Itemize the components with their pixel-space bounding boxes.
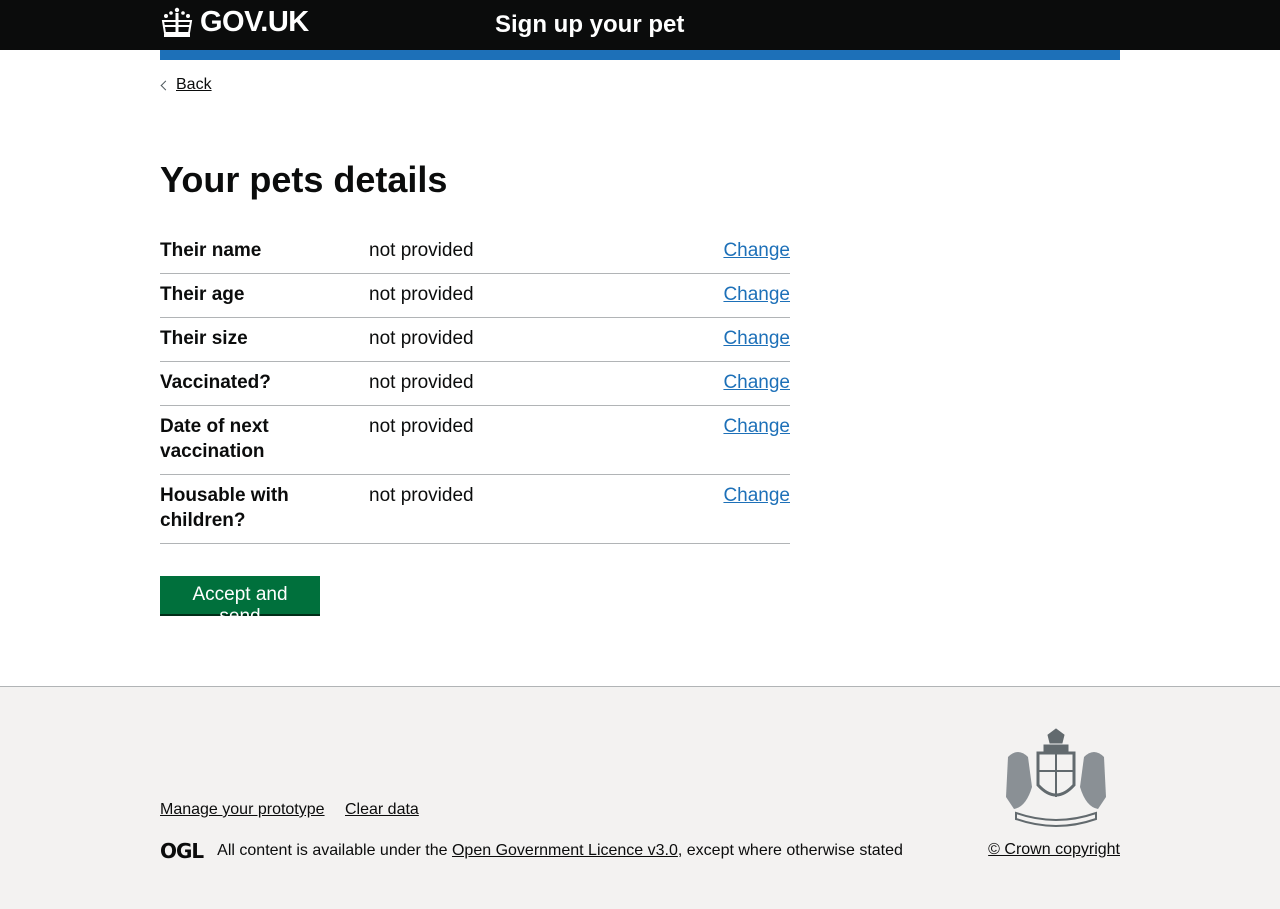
summary-value: not provided	[369, 485, 474, 506]
summary-key: Their name	[160, 240, 262, 261]
change-next-vaccination-link[interactable]: Change	[723, 416, 790, 437]
summary-row-vaccinated: Vaccinated? not provided Change	[160, 362, 790, 406]
govuk-logo-link[interactable]: GOV.UK	[160, 6, 309, 39]
header-blue-bar	[160, 50, 1120, 60]
summary-row-name: Their name not provided Change	[160, 230, 790, 274]
summary-row-age: Their age not provided Change	[160, 274, 790, 318]
change-age-link[interactable]: Change	[723, 284, 790, 305]
crown-copyright-link[interactable]: © Crown copyright	[988, 841, 1120, 859]
summary-value: not provided	[369, 416, 474, 437]
licence-prefix: All content is available under the	[217, 842, 452, 859]
summary-value: not provided	[369, 328, 474, 349]
licence-link[interactable]: Open Government Licence v3.0	[452, 842, 678, 860]
chevron-left-icon	[160, 80, 171, 90]
service-name-link[interactable]: Sign up your pet	[495, 11, 684, 39]
ogl-logo-icon: OGL	[160, 839, 204, 863]
back-link-label: Back	[176, 76, 212, 93]
footer: Manage your prototype Clear data OGL All…	[0, 686, 1280, 909]
footer-links: Manage your prototype Clear data	[160, 801, 435, 819]
summary-row-size: Their size not provided Change	[160, 318, 790, 362]
clear-data-link[interactable]: Clear data	[345, 801, 419, 818]
page-title: Your pets details	[160, 159, 448, 200]
summary-value: not provided	[369, 284, 474, 305]
royal-coat-of-arms-icon	[998, 727, 1114, 829]
summary-key: Their size	[160, 328, 248, 349]
summary-value: not provided	[369, 372, 474, 393]
summary-row-housable: Housable with children? not provided Cha…	[160, 475, 790, 544]
main-content: Back Your pets details Their name not pr…	[160, 60, 1120, 686]
summary-key: Date of next vaccination	[160, 416, 269, 462]
summary-value: not provided	[369, 240, 474, 261]
licence-suffix: , except where otherwise stated	[677, 842, 903, 859]
summary-key: Housable with children?	[160, 485, 289, 531]
change-vaccinated-link[interactable]: Change	[723, 372, 790, 393]
accept-and-send-button[interactable]: Accept and send	[160, 576, 320, 627]
manage-prototype-link[interactable]: Manage your prototype	[160, 801, 325, 818]
crown-icon	[160, 7, 194, 39]
summary-key: Their age	[160, 284, 245, 305]
back-link[interactable]: Back	[160, 76, 212, 94]
licence-statement: OGL All content is available under the O…	[160, 839, 903, 863]
change-housable-link[interactable]: Change	[723, 485, 790, 506]
change-size-link[interactable]: Change	[723, 328, 790, 349]
header: GOV.UK Sign up your pet	[0, 0, 1280, 50]
summary-list: Their name not provided Change Their age…	[160, 230, 790, 544]
change-name-link[interactable]: Change	[723, 240, 790, 261]
summary-key: Vaccinated?	[160, 372, 271, 393]
logo-text: GOV.UK	[200, 6, 309, 38]
summary-row-next-vaccination: Date of next vaccination not provided Ch…	[160, 406, 790, 475]
